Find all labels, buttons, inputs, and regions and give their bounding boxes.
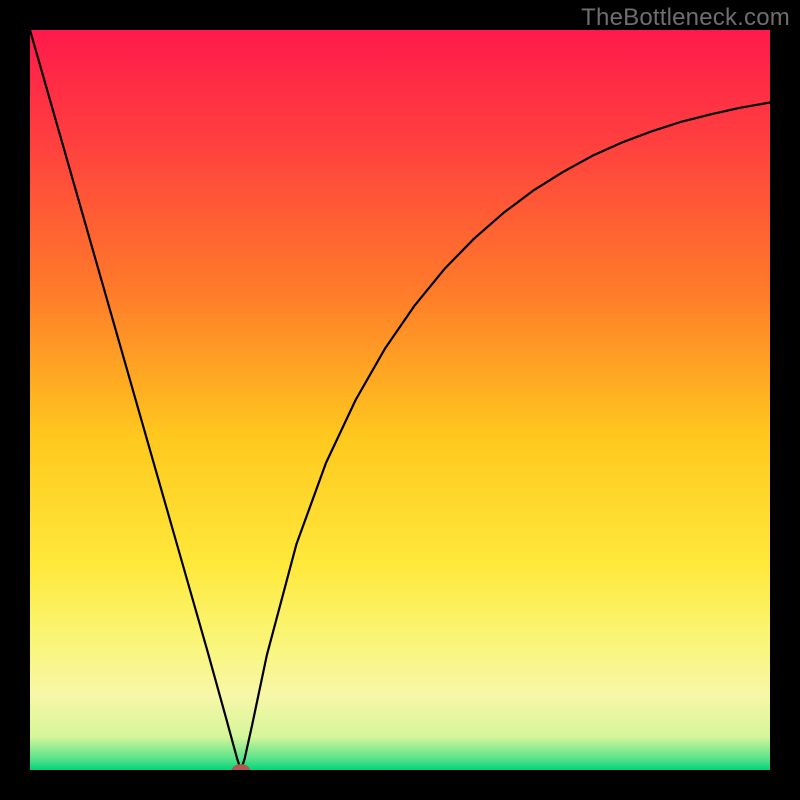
gradient-background: [30, 30, 770, 770]
watermark-text: TheBottleneck.com: [581, 4, 790, 32]
chart-canvas: [30, 30, 770, 770]
chart-frame: TheBottleneck.com: [0, 0, 800, 800]
